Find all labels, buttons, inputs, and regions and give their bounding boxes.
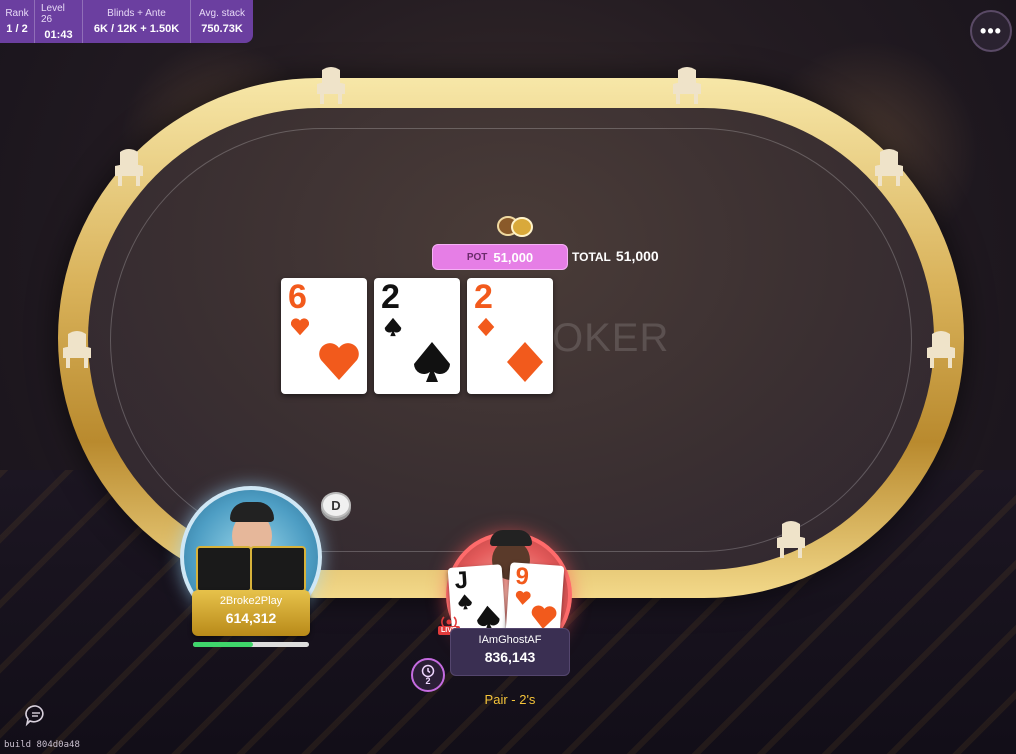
pot-badge: POT 51,000: [432, 244, 568, 270]
total-amount: 51,000: [615, 248, 659, 264]
avatar-cap: [230, 502, 274, 522]
heart-icon: [319, 343, 359, 380]
avg-stack-label: Avg. stack: [199, 8, 245, 19]
blinds-value: 6K / 12K + 1.50K: [93, 23, 180, 35]
pot-label: POT: [466, 251, 488, 263]
hero-card-2: 9: [505, 562, 565, 636]
diamond-icon: [507, 342, 543, 382]
opponent-name: 2Broke2Play: [219, 595, 283, 607]
chat-icon[interactable]: [24, 703, 48, 727]
level-cell: Level 26 01:43: [35, 0, 83, 43]
empty-seat-icon[interactable]: [314, 66, 348, 106]
heart-icon: [290, 318, 310, 336]
rank-label: Rank: [5, 8, 29, 19]
empty-seat-icon[interactable]: [112, 148, 146, 188]
empty-seat-icon[interactable]: [60, 330, 94, 370]
card-rank: 6: [288, 278, 307, 316]
empty-seat-icon[interactable]: [774, 520, 808, 560]
build-version: build 804d0a48: [4, 740, 80, 750]
more-menu-button[interactable]: •••: [970, 10, 1012, 52]
blinds-cell: Blinds + Ante 6K / 12K + 1.50K: [83, 0, 191, 43]
card-rank: 9: [514, 562, 530, 591]
card-back: [250, 546, 306, 592]
opponent-action-timer: [193, 642, 309, 647]
hero-stack: 836,143: [484, 649, 536, 665]
level-timer: 01:43: [44, 28, 73, 41]
more-dots-icon: •••: [980, 20, 1002, 41]
hero-name: IAmGhostAF: [478, 634, 542, 646]
empty-seat-icon[interactable]: [670, 66, 704, 106]
rank-value: 1 / 2: [6, 23, 28, 35]
total-pot: TOTAL 51,000: [572, 248, 659, 264]
spade-icon: [414, 342, 450, 382]
opponent-hole-cards: [196, 546, 306, 592]
opponent-nameplate: 2Broke2Play 614,312: [192, 590, 310, 636]
card-rank: 2: [381, 278, 400, 316]
empty-seat-icon[interactable]: [924, 330, 958, 370]
opponent-stack: 614,312: [225, 610, 277, 626]
card-rank: J: [453, 566, 469, 595]
tournament-info-bar: Rank 1 / 2 Level 26 01:43 Blinds + Ante …: [0, 0, 253, 43]
board-card-1: 6: [281, 278, 367, 394]
action-timer-fill: [193, 642, 254, 647]
hand-strength-label: Pair - 2's: [484, 692, 536, 707]
dealer-button: D: [321, 492, 351, 518]
pot-chips-icon: [494, 214, 538, 238]
total-label: TOTAL: [572, 250, 611, 264]
blinds-label: Blinds + Ante: [107, 8, 166, 19]
rank-cell: Rank 1 / 2: [0, 0, 35, 43]
diamond-icon: [477, 317, 495, 337]
empty-seat-icon[interactable]: [872, 148, 906, 188]
hero-nameplate: IAmGhostAF 836,143: [450, 628, 570, 676]
time-bank-button[interactable]: 2: [411, 658, 445, 692]
avg-stack-value: 750.73K: [201, 23, 243, 35]
pot-amount: 51,000: [493, 249, 534, 265]
board-card-3: 2: [467, 278, 553, 394]
level-label: Level 26: [41, 2, 65, 25]
spade-icon: [384, 317, 402, 337]
avatar-cap: [490, 530, 532, 546]
time-bank-count: 2: [425, 676, 431, 686]
board-card-2: 2: [374, 278, 460, 394]
card-back: [196, 546, 252, 592]
card-rank: 2: [474, 278, 493, 316]
avg-stack-cell: Avg. stack 750.73K: [191, 0, 253, 43]
